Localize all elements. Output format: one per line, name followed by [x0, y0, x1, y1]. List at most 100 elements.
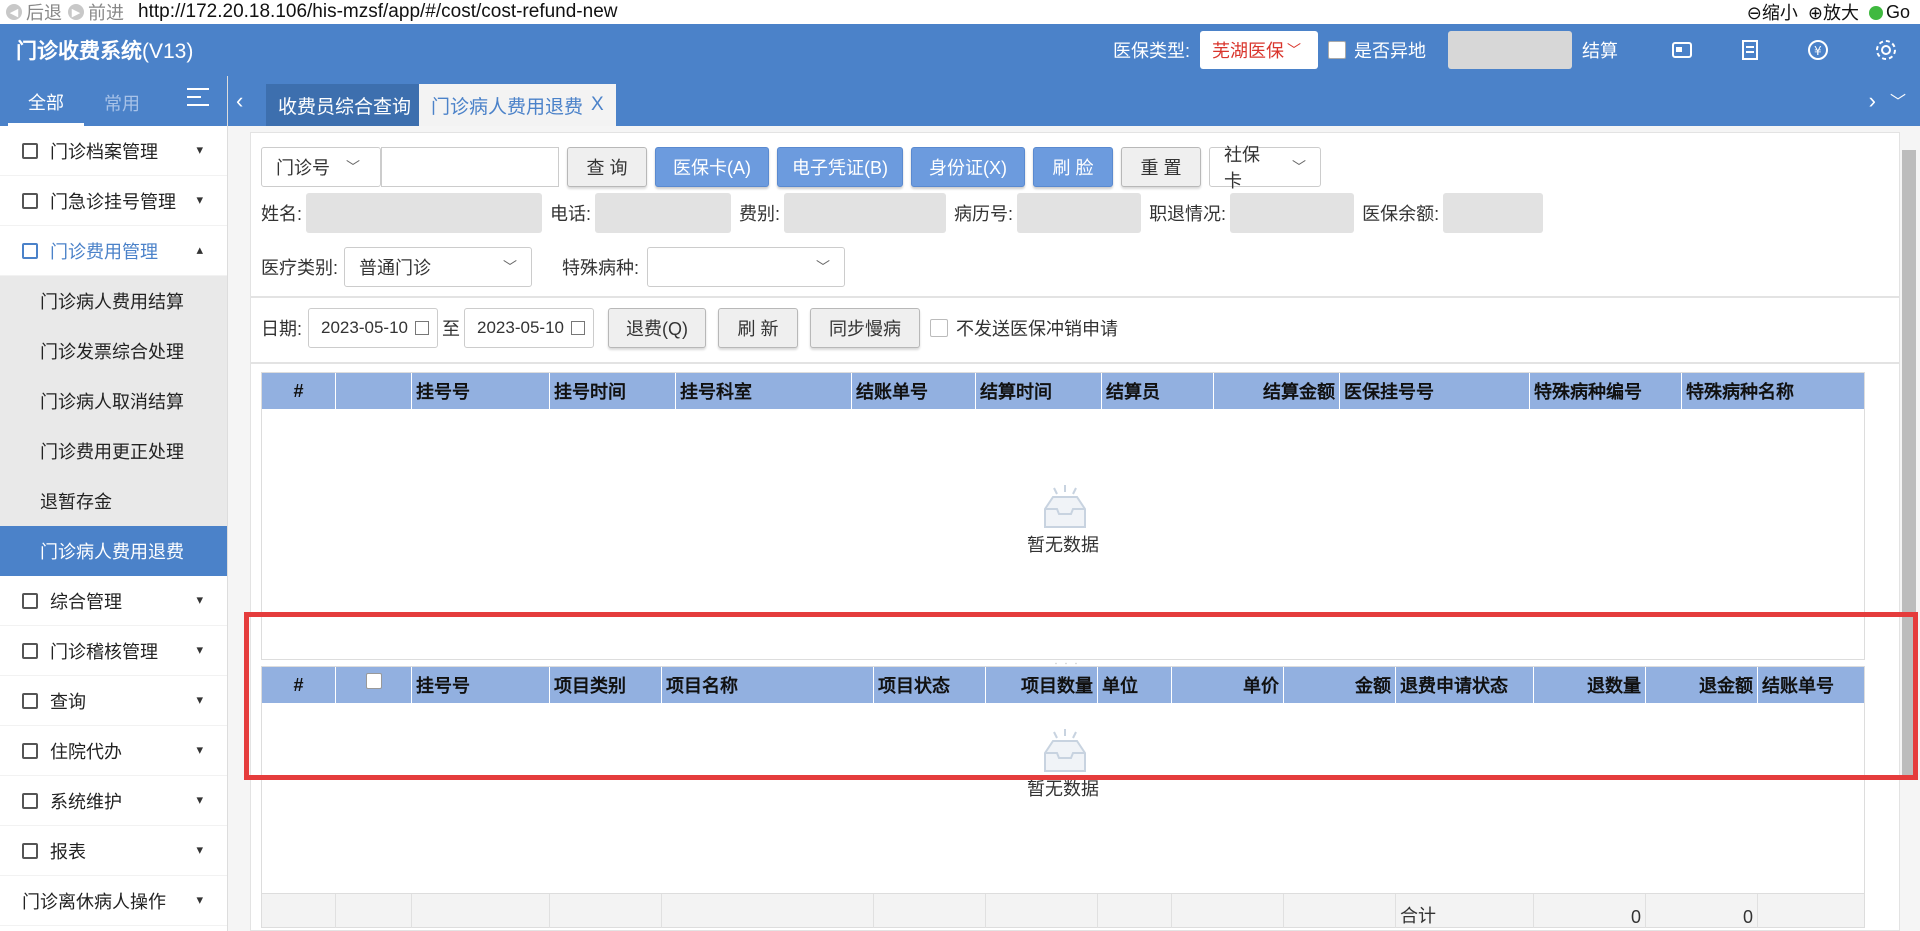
insurance-balance-label: 医保余额:	[1362, 204, 1440, 224]
job-status-label: 职退情况:	[1149, 204, 1227, 224]
zoom-in-icon: ⊕	[1807, 3, 1823, 23]
special-disease-select[interactable]: ﹀	[647, 247, 846, 287]
menu-item-query[interactable]: 查询 ▾	[0, 676, 227, 726]
menu-toggle-icon[interactable]	[187, 88, 209, 112]
insurance-type-select[interactable]: 芜湖医保 ﹀	[1200, 31, 1318, 69]
chevron-down-icon: ▾	[196, 642, 203, 657]
sub-item-fee-refund[interactable]: 门诊病人费用退费	[0, 526, 227, 576]
sub-item-fee-correction[interactable]: 门诊费用更正处理	[0, 426, 227, 476]
sidebar-tab-common[interactable]: 常用	[84, 80, 160, 126]
print-icon[interactable]	[1738, 38, 1762, 62]
date-from-input[interactable]: 2023-05-10	[308, 308, 439, 348]
no-send-label: 不发送医保冲销申请	[956, 319, 1119, 339]
column-header[interactable]: 特殊病种名称	[1682, 373, 1864, 409]
sub-item-refund-deposit[interactable]: 退暂存金	[0, 476, 227, 526]
insurance-card-button[interactable]: 医保卡(A)	[655, 147, 769, 187]
chevron-down-icon: ▾	[196, 892, 203, 907]
special-disease-label: 特殊病种:	[562, 258, 640, 278]
id-card-button[interactable]: 身份证(X)	[911, 147, 1025, 187]
menu-item-audit[interactable]: 门诊稽核管理 ▾	[0, 626, 227, 676]
face-scan-button[interactable]: 刷 脸	[1033, 147, 1113, 187]
refund-button[interactable]: 退费(Q)	[608, 308, 707, 348]
column-header[interactable]: 结算时间	[976, 373, 1102, 409]
browser-toolbar: ◀ 后退 ▶ 前进 http://172.20.18.106/his-mzsf/ap…	[0, 0, 1920, 24]
query-button[interactable]: 查 询	[567, 147, 647, 187]
menu-item-general[interactable]: 综合管理 ▾	[0, 576, 227, 626]
sub-item-fee-settlement[interactable]: 门诊病人费用结算	[0, 276, 227, 326]
medical-type-select[interactable]: 普通门诊 ﹀	[344, 247, 533, 287]
column-header[interactable]: 挂号时间	[550, 373, 676, 409]
e-voucher-button[interactable]: 电子凭证(B)	[777, 147, 903, 187]
address-bar[interactable]: http://172.20.18.106/his-mzsf/app/#/cost…	[138, 1, 618, 23]
general-icon	[22, 592, 38, 609]
remote-label: 是否异地	[1354, 41, 1426, 61]
document-icon	[22, 142, 38, 159]
date-to-input[interactable]: 2023-05-10	[464, 308, 595, 348]
chevron-down-icon: ﹀	[503, 259, 518, 275]
card-reader-icon[interactable]	[1670, 38, 1694, 62]
menu-item-reports[interactable]: 报表 ▾	[0, 826, 227, 876]
remote-checkbox[interactable]	[1328, 41, 1346, 59]
calendar-icon	[571, 321, 586, 335]
chevron-left-icon[interactable]: ‹	[236, 88, 243, 114]
forward-button[interactable]: ▶ 前进	[68, 0, 124, 25]
go-button[interactable]: Go	[1868, 2, 1910, 23]
sub-item-cancel-settlement[interactable]: 门诊病人取消结算	[0, 376, 227, 426]
chevron-down-icon: ▾	[196, 842, 203, 857]
no-send-checkbox[interactable]	[930, 319, 949, 337]
column-header[interactable]: 结账单号	[852, 373, 976, 409]
menu-item-archive[interactable]: 门诊档案管理 ▾	[0, 126, 227, 176]
monitor-icon	[22, 792, 38, 809]
menu-item-fee-management[interactable]: 门诊费用管理 ▴	[0, 226, 227, 276]
app-title: 门诊收费系统(V13)	[16, 40, 194, 63]
chevron-down-icon[interactable]: ﹀	[1890, 88, 1906, 112]
reset-button[interactable]: 重 置	[1121, 147, 1201, 187]
sync-chronic-button[interactable]: 同步慢病	[810, 308, 921, 348]
total-quantity: 0	[1534, 894, 1646, 928]
menu-item-inpatient-agent[interactable]: 住院代办 ▾	[0, 726, 227, 776]
remote-input[interactable]	[1448, 31, 1572, 69]
date-label: 日期:	[261, 319, 303, 339]
menu-item-system[interactable]: 系统维护 ▾	[0, 776, 227, 826]
column-header[interactable]: 挂号号	[412, 373, 550, 409]
close-icon[interactable]: X	[591, 94, 604, 116]
settings-gear-icon[interactable]	[1874, 38, 1898, 62]
zoom-in-button[interactable]: ⊕放大	[1808, 0, 1859, 25]
chevron-down-icon: ▾	[196, 592, 203, 607]
column-header[interactable]: 特殊病种编号	[1530, 373, 1682, 409]
insurance-type-label: 医保类型:	[1112, 41, 1190, 61]
column-header[interactable]: 结算金额	[1214, 373, 1340, 409]
sidebar-tab-all[interactable]: 全部	[8, 80, 84, 126]
back-arrow-icon: ◀	[6, 4, 22, 20]
id-type-select[interactable]: 门诊号 ﹀	[261, 147, 381, 187]
chevron-down-icon: ▾	[196, 142, 203, 157]
sidebar-tabs: 全部 常用	[0, 76, 227, 126]
tab-cashier-query[interactable]: 收费员综合查询	[266, 84, 424, 126]
chevron-right-icon[interactable]: ›	[1869, 88, 1876, 114]
search-icon	[22, 692, 38, 709]
zoom-out-button[interactable]: ⊖缩小	[1747, 0, 1798, 25]
phone-field	[595, 193, 732, 233]
record-no-label: 病历号:	[954, 204, 1014, 224]
name-label: 姓名:	[261, 204, 303, 224]
tab-fee-refund[interactable]: 门诊病人费用退费 X	[419, 84, 616, 126]
chevron-down-icon: ▾	[196, 692, 203, 707]
menu-item-retired[interactable]: 门诊离休病人操作 ▾	[0, 876, 227, 926]
job-status-field	[1230, 193, 1355, 233]
column-header[interactable]: 挂号科室	[676, 373, 852, 409]
sub-item-invoice-processing[interactable]: 门诊发票综合处理	[0, 326, 227, 376]
settlement-table-header: # 挂号号 挂号时间 挂号科室 结账单号 结算时间 结算员 结算金额 医保挂号号…	[262, 373, 1864, 409]
menu-item-registration[interactable]: 门急诊挂号管理 ▾	[0, 176, 227, 226]
id-input[interactable]	[381, 147, 559, 187]
fee-type-field	[784, 193, 947, 233]
currency-icon[interactable]: ¥	[1806, 38, 1830, 62]
date-panel: 日期: 2023-05-10 至 2023-05-10 退费(Q) 刷 新 同步…	[250, 297, 1900, 363]
back-button[interactable]: ◀ 后退	[6, 0, 62, 25]
column-header	[336, 373, 412, 409]
chevron-up-icon: ▴	[196, 242, 203, 257]
column-header[interactable]: 医保挂号号	[1340, 373, 1530, 409]
insurance-balance-field	[1443, 193, 1544, 233]
column-header[interactable]: 结算员	[1102, 373, 1214, 409]
card-type-select[interactable]: 社保卡 ﹀	[1209, 145, 1321, 191]
refresh-button[interactable]: 刷 新	[718, 308, 799, 348]
